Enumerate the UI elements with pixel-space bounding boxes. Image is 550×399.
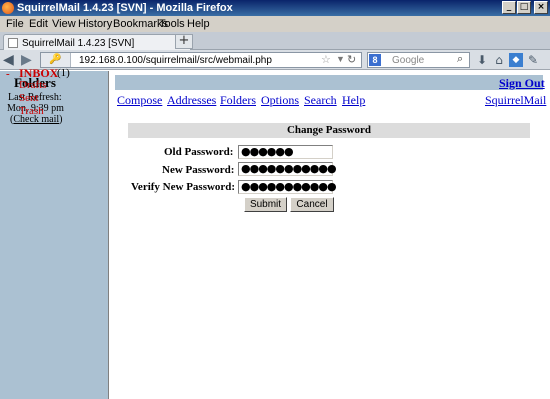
submit-button[interactable]: Submit <box>244 197 287 212</box>
verify-password-label: Verify New Password: <box>131 181 236 193</box>
old-password-field[interactable]: ●●●●●● <box>238 145 333 159</box>
cancel-button[interactable]: Cancel <box>290 197 334 212</box>
folder-sent[interactable]: Sent <box>19 92 39 104</box>
google-icon[interactable]: 8 <box>369 54 381 66</box>
addon-icon[interactable]: ◆ <box>509 53 523 67</box>
maximize-button[interactable]: □ <box>517 1 531 14</box>
reload-icon[interactable]: ↻ <box>347 53 356 66</box>
nav-folders[interactable]: Folders <box>220 93 256 108</box>
old-password-label: Old Password: <box>164 146 234 158</box>
verify-password-field[interactable]: ●●●●●●●●●●● <box>238 180 337 194</box>
menu-history[interactable]: History <box>78 18 112 30</box>
nav-options[interactable]: Options <box>261 93 299 108</box>
tab-bar: SquirrelMail 1.4.23 [SVN] × <box>0 32 550 51</box>
window-title: SquirrelMail 1.4.23 [SVN] - Mozilla Fire… <box>17 2 233 14</box>
folder-sidebar: Folders Last Refresh: Mon, 9:39 pm (Chec… <box>0 71 109 399</box>
url-dropdown-icon[interactable]: ▼ <box>336 54 345 64</box>
minimize-button[interactable]: _ <box>502 1 516 14</box>
folder-drafts[interactable]: Drafts <box>19 79 47 91</box>
bookmark-star-icon[interactable]: ☆ <box>321 53 331 66</box>
back-button[interactable]: ◀ <box>3 52 19 68</box>
search-input[interactable]: Google <box>392 55 424 66</box>
page-icon <box>8 38 18 48</box>
new-password-field[interactable]: ●●●●●●●●●●● <box>238 162 337 176</box>
search-icon[interactable]: ⌕ <box>457 53 463 66</box>
url-bar[interactable]: 🔑 192.168.0.100/squirrelmail/src/webmail… <box>40 52 362 68</box>
site-identity-icon[interactable]: 🔑 <box>41 53 71 67</box>
menu-file[interactable]: File <box>6 18 24 30</box>
new-tab-button[interactable]: + <box>175 34 193 49</box>
firefox-icon <box>2 2 14 14</box>
menu-help[interactable]: Help <box>187 18 210 30</box>
nav-search[interactable]: Search <box>304 93 337 108</box>
menu-edit[interactable]: Edit <box>29 18 48 30</box>
url-text[interactable]: 192.168.0.100/squirrelmail/src/webmail.p… <box>79 55 272 66</box>
nav-compose[interactable]: Compose <box>117 93 162 108</box>
change-password-title: Change Password <box>128 123 530 138</box>
menu-tools[interactable]: Tools <box>159 18 185 30</box>
window-title-bar: SquirrelMail 1.4.23 [SVN] - Mozilla Fire… <box>0 0 550 16</box>
squirrelmail-link[interactable]: SquirrelMail <box>485 93 546 108</box>
tab-label: SquirrelMail 1.4.23 [SVN] <box>22 38 135 49</box>
header-strip <box>115 75 543 90</box>
menu-view[interactable]: View <box>52 18 76 30</box>
new-password-label: New Password: <box>162 164 235 176</box>
menu-bar: File Edit View History Bookmarks Tools H… <box>0 16 550 32</box>
nav-addresses[interactable]: Addresses <box>167 93 216 108</box>
tools-icon[interactable]: ✎ <box>526 53 540 67</box>
tab-squirrelmail[interactable]: SquirrelMail 1.4.23 [SVN] × <box>3 34 191 51</box>
home-icon[interactable]: ⌂ <box>492 53 506 67</box>
nav-help[interactable]: Help <box>342 93 365 108</box>
sign-out-link[interactable]: Sign Out <box>499 76 545 91</box>
close-button[interactable]: × <box>534 1 548 14</box>
collapse-toggle[interactable]: - <box>6 68 10 80</box>
download-icon[interactable]: ⬇ <box>475 53 489 67</box>
search-bar[interactable]: 8 Google ⌕ <box>367 52 470 68</box>
inbox-unread-count: (1) <box>57 67 70 79</box>
folder-trash[interactable]: Trash <box>19 105 44 117</box>
